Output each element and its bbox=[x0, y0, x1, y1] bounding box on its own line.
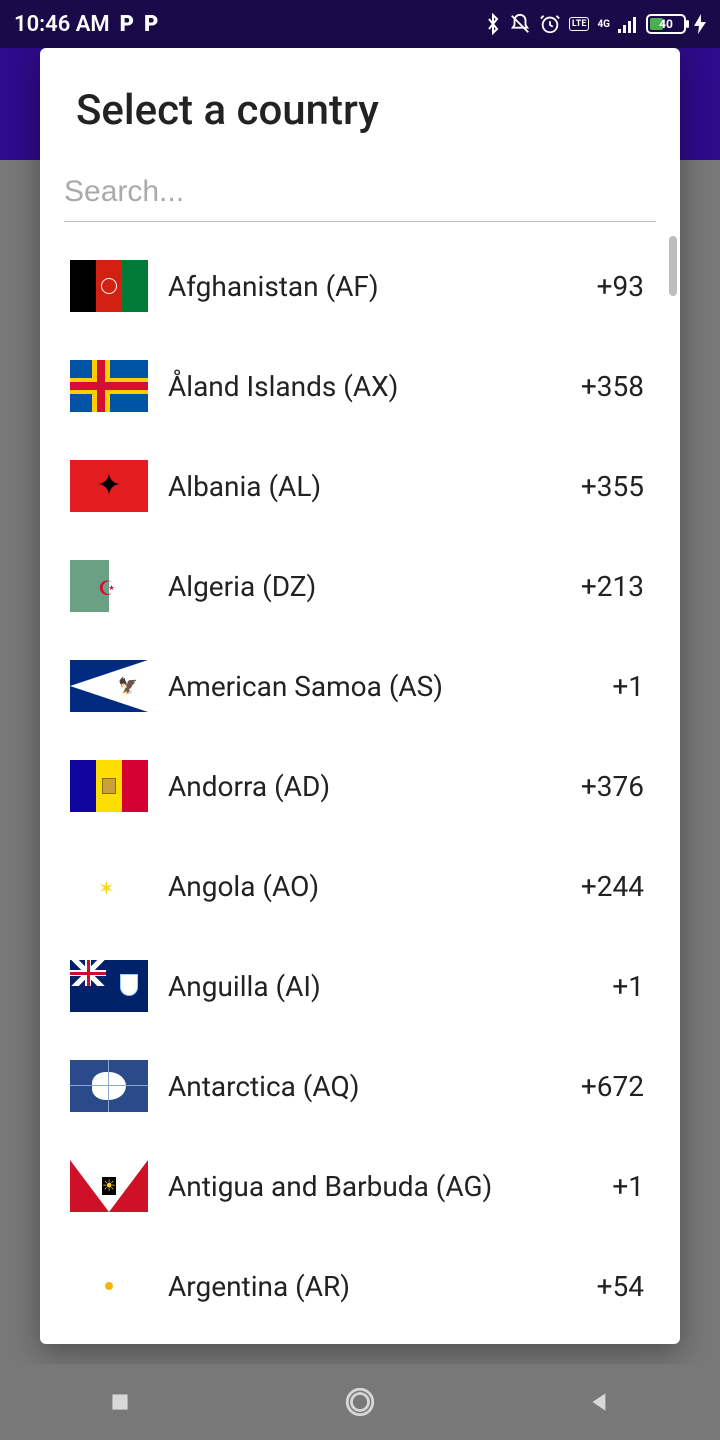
modal-title: Select a country bbox=[40, 72, 680, 169]
flag-icon: ✶ bbox=[70, 860, 148, 912]
status-time: 10:46 AM bbox=[14, 12, 110, 37]
country-row-dz[interactable]: ☪ Algeria (DZ) +213 bbox=[60, 536, 650, 636]
country-picker-modal: Select a country Afghanistan (AF) +93 Ål… bbox=[40, 48, 680, 1344]
recents-button[interactable] bbox=[100, 1382, 140, 1422]
system-navbar bbox=[0, 1364, 720, 1440]
country-row-ad[interactable]: Andorra (AD) +376 bbox=[60, 736, 650, 836]
country-name: Algeria (DZ) bbox=[168, 570, 561, 603]
country-row-aq[interactable]: Antarctica (AQ) +672 bbox=[60, 1036, 650, 1136]
alarm-icon bbox=[539, 13, 561, 35]
dial-code: +376 bbox=[581, 770, 650, 803]
battery-icon: 40 bbox=[646, 14, 686, 34]
dial-code: +54 bbox=[597, 1270, 650, 1303]
dial-code: +244 bbox=[581, 870, 650, 903]
country-name: Antarctica (AQ) bbox=[168, 1070, 561, 1103]
home-button[interactable] bbox=[340, 1382, 380, 1422]
dnd-icon bbox=[509, 13, 531, 35]
dial-code: +358 bbox=[581, 370, 650, 403]
flag-icon bbox=[70, 1260, 148, 1312]
country-row-af[interactable]: Afghanistan (AF) +93 bbox=[60, 236, 650, 336]
country-row-ai[interactable]: Anguilla (AI) +1 bbox=[60, 936, 650, 1036]
country-name: Argentina (AR) bbox=[168, 1270, 577, 1303]
flag-icon: ☀ bbox=[70, 1160, 148, 1212]
battery-percent: 40 bbox=[648, 17, 684, 31]
country-row-ar[interactable]: Argentina (AR) +54 bbox=[60, 1236, 650, 1336]
country-name: American Samoa (AS) bbox=[168, 670, 592, 703]
signal-icon bbox=[618, 15, 638, 33]
network-type-icon: 4G bbox=[597, 19, 610, 30]
dial-code: +1 bbox=[612, 970, 650, 1003]
charging-icon bbox=[694, 14, 706, 34]
flag-icon: ✦ bbox=[70, 460, 148, 512]
back-button[interactable] bbox=[580, 1382, 620, 1422]
app-p-icon: P bbox=[144, 12, 158, 37]
flag-icon bbox=[70, 1060, 148, 1112]
dial-code: +1 bbox=[612, 670, 650, 703]
country-row-ag[interactable]: ☀ Antigua and Barbuda (AG) +1 bbox=[60, 1136, 650, 1236]
scrollbar-thumb[interactable] bbox=[669, 236, 677, 296]
country-name: Åland Islands (AX) bbox=[168, 370, 561, 403]
flag-icon: ☪ bbox=[70, 560, 148, 612]
country-row-ax[interactable]: Åland Islands (AX) +358 bbox=[60, 336, 650, 436]
country-name: Antigua and Barbuda (AG) bbox=[168, 1170, 592, 1203]
search-input[interactable] bbox=[64, 169, 656, 222]
country-name: Angola (AO) bbox=[168, 870, 561, 903]
country-name: Albania (AL) bbox=[168, 470, 561, 503]
dial-code: +355 bbox=[581, 470, 650, 503]
dial-code: +1 bbox=[612, 1170, 650, 1203]
bluetooth-icon bbox=[485, 13, 501, 35]
volte-icon: LTE bbox=[569, 17, 590, 31]
country-list[interactable]: Afghanistan (AF) +93 Åland Islands (AX) … bbox=[40, 222, 680, 1344]
country-row-ao[interactable]: ✶ Angola (AO) +244 bbox=[60, 836, 650, 936]
flag-icon bbox=[70, 960, 148, 1012]
flag-icon: 🦅 bbox=[70, 660, 148, 712]
flag-icon bbox=[70, 360, 148, 412]
app-p-icon: P bbox=[120, 12, 134, 37]
dial-code: +672 bbox=[581, 1070, 650, 1103]
country-row-al[interactable]: ✦ Albania (AL) +355 bbox=[60, 436, 650, 536]
country-row-as[interactable]: 🦅 American Samoa (AS) +1 bbox=[60, 636, 650, 736]
flag-icon bbox=[70, 260, 148, 312]
status-bar: 10:46 AM P P LTE 4G 40 bbox=[0, 0, 720, 48]
country-name: Anguilla (AI) bbox=[168, 970, 592, 1003]
dial-code: +213 bbox=[581, 570, 650, 603]
country-name: Afghanistan (AF) bbox=[168, 270, 577, 303]
country-name: Andorra (AD) bbox=[168, 770, 561, 803]
flag-icon bbox=[70, 760, 148, 812]
dial-code: +93 bbox=[597, 270, 650, 303]
